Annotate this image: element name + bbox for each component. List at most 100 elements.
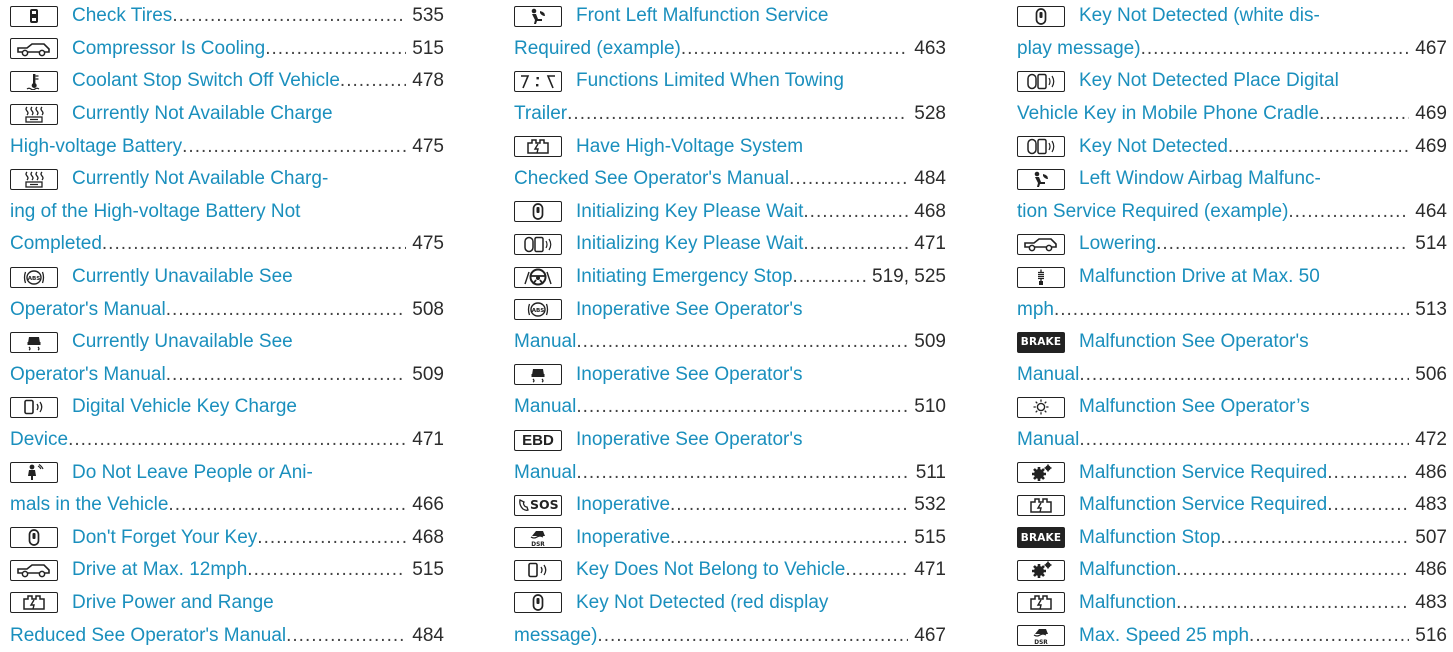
entry-title-link[interactable]: Key Does Not Belong to Vehicle [576,559,845,581]
entry-title-link[interactable]: Malfunction [1079,592,1176,614]
entry-title-link[interactable]: Manual [1017,364,1079,386]
entry-title-link[interactable]: Don't Forget Your Key [72,527,257,549]
entry-title-link[interactable]: Inoperative See Operator's [576,299,802,321]
page-number[interactable]: 508 [412,299,444,321]
page-number[interactable]: 478 [412,70,444,92]
page-number[interactable]: 528 [914,103,946,125]
index-entry-line: Initiating Emergency Stop 519, 525 [514,261,946,294]
entry-title-link[interactable]: Required (example) [514,38,681,60]
entry-title-link[interactable]: Malfunction Stop [1079,527,1221,549]
page-number[interactable]: 466 [412,494,444,516]
entry-title-link[interactable]: Inoperative See Operator's [576,364,802,386]
page-number[interactable]: 507 [1415,527,1447,549]
entry-title-link[interactable]: Currently Unavailable See [72,331,293,353]
page-number[interactable]: 468 [412,527,444,549]
entry-title-link[interactable]: Malfunction Service Required [1079,462,1327,484]
page-number[interactable]: 511 [916,462,946,484]
page-number[interactable]: 471 [914,559,946,581]
entry-title-link[interactable]: Currently Not Available Charg- [72,168,328,190]
entry-title-link[interactable]: Operator's Manual [10,299,166,321]
entry-title-link[interactable]: Front Left Malfunction Service [576,5,828,27]
page-number[interactable]: 513 [1415,299,1447,321]
page-number[interactable]: 486 [1415,559,1447,581]
page-number[interactable]: 475 [412,136,444,158]
entry-title-link[interactable]: Currently Unavailable See [72,266,293,288]
entry-title-link[interactable]: mals in the Vehicle [10,494,168,516]
entry-title-link[interactable]: Lowering [1079,233,1156,255]
page-number[interactable]: 467 [914,625,946,647]
entry-title-link[interactable]: Do Not Leave People or Ani- [72,462,313,484]
entry-title-link[interactable]: Left Window Airbag Malfunc- [1079,168,1321,190]
entry-title-link[interactable]: Reduced See Operator's Manual [10,625,286,647]
entry-title-link[interactable]: Malfunction Drive at Max. 50 [1079,266,1320,288]
page-number[interactable]: 484 [914,168,946,190]
page-number[interactable]: 475 [412,233,444,255]
page-number[interactable]: 483 [1415,494,1447,516]
entry-title-link[interactable]: Device [10,429,68,451]
page-number[interactable]: 463 [914,38,946,60]
page-number[interactable]: 471 [412,429,444,451]
page-number[interactable]: 464 [1415,201,1447,223]
entry-title-link[interactable]: Malfunction Service Required [1079,494,1327,516]
entry-title-link[interactable]: Inoperative [576,494,670,516]
entry-title-link[interactable]: mph [1017,299,1054,321]
entry-title-link[interactable]: Currently Not Available Charge [72,103,333,125]
entry-title-link[interactable]: Initializing Key Please Wait [576,233,803,255]
entry-title-link[interactable]: play message) [1017,38,1141,60]
entry-title-link[interactable]: Trailer [514,103,567,125]
page-number[interactable]: 519, 525 [872,266,946,288]
entry-title-link[interactable]: Key Not Detected [1079,136,1228,158]
page-number[interactable]: 516 [1415,625,1447,647]
entry-title-link[interactable]: Max. Speed 25 mph [1079,625,1249,647]
entry-title-link[interactable]: Initiating Emergency Stop [576,266,793,288]
entry-title-link[interactable]: tion Service Required (example) [1017,201,1288,223]
entry-title-link[interactable]: Malfunction See Operator's [1079,331,1309,353]
page-number[interactable]: 532 [914,494,946,516]
page-number[interactable]: 506 [1415,364,1447,386]
page-number[interactable]: 468 [914,201,946,223]
entry-title-link[interactable]: Key Not Detected (white dis- [1079,5,1320,27]
page-number[interactable]: 514 [1415,233,1447,255]
page-number[interactable]: 510 [914,396,946,418]
entry-title-link[interactable]: Manual [514,462,576,484]
entry-title-link[interactable]: Key Not Detected (red display [576,592,828,614]
entry-title-link[interactable]: Manual [514,396,576,418]
entry-title-link[interactable]: Malfunction [1079,559,1176,581]
entry-title-link[interactable]: Completed [10,233,102,255]
page-number[interactable]: 471 [914,233,946,255]
entry-title-link[interactable]: Inoperative See Operator's [576,429,802,451]
entry-title-link[interactable]: Drive Power and Range [72,592,274,614]
page-number[interactable]: 515 [412,559,444,581]
page-number[interactable]: 509 [412,364,444,386]
page-number[interactable]: 535 [412,5,444,27]
page-number[interactable]: 515 [412,38,444,60]
entry-title-link[interactable]: Key Not Detected Place Digital [1079,70,1339,92]
entry-title-link[interactable]: Check Tires [72,5,172,27]
page-number[interactable]: 515 [914,527,946,549]
entry-title-link[interactable]: Compressor Is Cooling [72,38,265,60]
page-number[interactable]: 483 [1415,592,1447,614]
entry-title-link[interactable]: ing of the High-voltage Battery Not [10,201,300,223]
entry-title-link[interactable]: Drive at Max. 12mph [72,559,247,581]
entry-title-link[interactable]: Manual [514,331,576,353]
page-number[interactable]: 469 [1415,136,1447,158]
page-number[interactable]: 486 [1415,462,1447,484]
entry-title-link[interactable]: Initializing Key Please Wait [576,201,803,223]
entry-title-link[interactable]: Inoperative [576,527,670,549]
page-number[interactable]: 484 [412,625,444,647]
page-number[interactable]: 472 [1415,429,1447,451]
entry-title-link[interactable]: Coolant Stop Switch Off Vehicle [72,70,340,92]
entry-title-link[interactable]: Manual [1017,429,1079,451]
page-number[interactable]: 469 [1415,103,1447,125]
entry-title-link[interactable]: High-voltage Battery [10,136,182,158]
entry-title-link[interactable]: message) [514,625,597,647]
entry-title-link[interactable]: Vehicle Key in Mobile Phone Cradle [1017,103,1319,125]
entry-title-link[interactable]: Operator's Manual [10,364,166,386]
entry-title-link[interactable]: Digital Vehicle Key Charge [72,396,297,418]
entry-title-link[interactable]: Functions Limited When Towing [576,70,844,92]
page-number[interactable]: 467 [1415,38,1447,60]
page-number[interactable]: 509 [914,331,946,353]
entry-title-link[interactable]: Checked See Operator's Manual [514,168,789,190]
entry-title-link[interactable]: Malfunction See Operator’s [1079,396,1310,418]
entry-title-link[interactable]: Have High-Voltage System [576,136,803,158]
